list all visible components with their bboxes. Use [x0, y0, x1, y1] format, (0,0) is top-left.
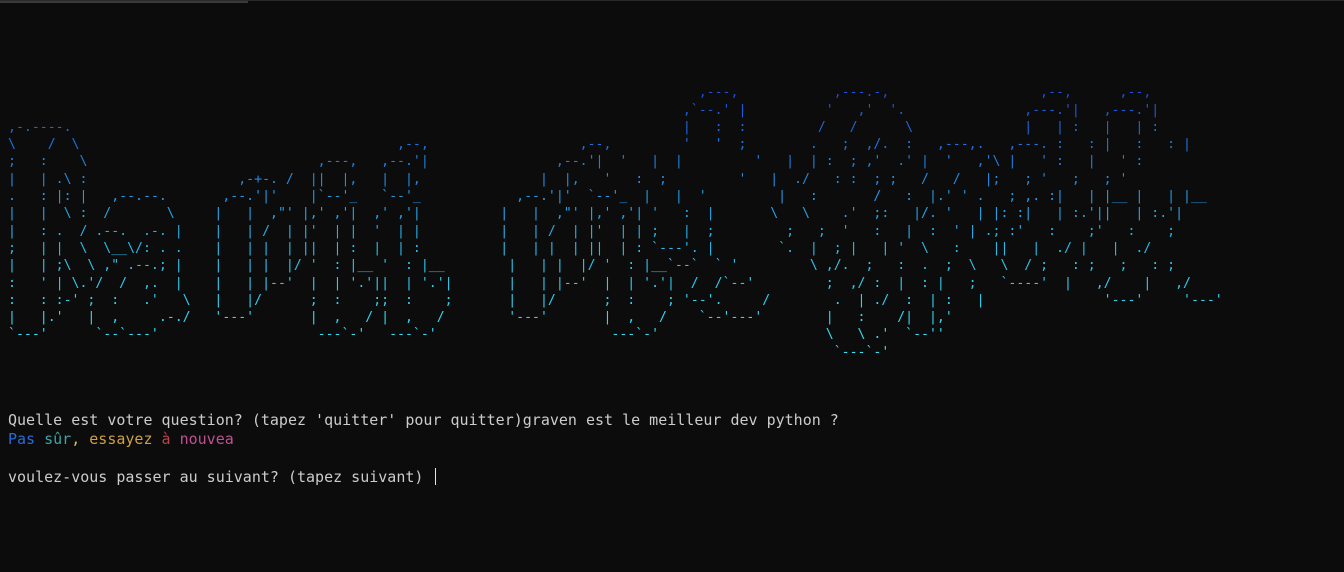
- banner-line: ; : \ ,---, ,--.'| ,--.'| ' | | ' | | : …: [8, 154, 1152, 170]
- banner-line: : ' | \.'/ / ,. | | | |--' | | '.'|| | '…: [8, 275, 1215, 291]
- banner-line: | : . / .--. .-. | | | / | |' | | ' | | …: [8, 223, 1184, 239]
- terminal-window[interactable]: ,---, ,---.-, ,--, ,--, ,`--.' | ' ,' '.…: [0, 0, 1344, 572]
- answer-segment: Pas: [8, 430, 45, 448]
- banner-line: : : :-' ; : .' \ | |/ ; : ;; : ; | |/ ; …: [8, 292, 1255, 308]
- answer-segment: sûr: [44, 430, 72, 448]
- question-line: Quelle est votre question? (tapez 'quitt…: [8, 411, 839, 429]
- banner-line: | | .\ : ,-+-. / || |, | |, | |, ' : ; '…: [8, 171, 1136, 187]
- banner-line: ; | | \ \__\/: . . | | | | || | : | | : …: [8, 240, 1160, 256]
- banner-line: ,`--.' | ' ,' '. ,---.'| ,---.'|: [8, 102, 1168, 118]
- answer-segment: essayez: [89, 430, 153, 448]
- banner-line: | | ;\ \ ," .--.; | | | | |/ ' : |__ ' :…: [8, 258, 1191, 274]
- banner-line: `---`-': [8, 344, 985, 360]
- banner-line: ,-.----. | : : / / \ | | : | | :: [8, 119, 1168, 135]
- prompt-line[interactable]: voulez-vous passer au suivant? (tapez su…: [8, 468, 437, 487]
- answer-segment: ,: [71, 430, 90, 448]
- tab-strip-edge: [0, 1, 248, 3]
- prompt-text: voulez-vous passer au suivant? (tapez su…: [8, 468, 433, 486]
- banner-line: . : |: | ,--.--. ,--.'|' |`--'_ `--'_ ,-…: [8, 189, 1215, 205]
- banner-line: \ / \ ,--, ,--, ' ' ; . ; ,/. : ,---,. ,…: [8, 137, 1199, 153]
- banner-line: `---' `--`---' ---`-' ---`-' ---`-' \ \ …: [8, 327, 977, 343]
- answer-line: Pas sûr, essayez à nouvea: [8, 430, 234, 449]
- text-cursor: [435, 468, 437, 485]
- answer-segment: à: [152, 430, 180, 448]
- ascii-art-banner: ,---, ,---.-, ,--, ,--, ,`--.' | ' ,' '.…: [8, 67, 1255, 361]
- answer-segment: nouvea: [179, 430, 234, 448]
- banner-line: ,---, ,---.-, ,--, ,--,: [8, 85, 1160, 101]
- banner-line: | |.' | , .-./ '---' | , / | , / '---' |…: [8, 310, 977, 326]
- banner-line: | | \ : / \ | | ,"' |,' ,'| ,' ,'| | | ,…: [8, 206, 1191, 222]
- banner-line: [8, 67, 1255, 84]
